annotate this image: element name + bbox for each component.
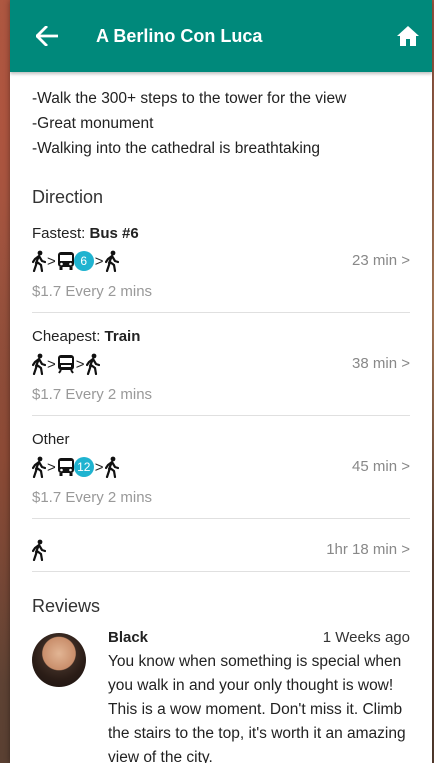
route-time: 45 min > <box>352 458 410 475</box>
route-number-badge: 12 <box>73 457 94 477</box>
home-button[interactable] <box>394 22 422 50</box>
route-time: 38 min > <box>352 355 410 372</box>
route-number-badge: 6 <box>73 251 94 271</box>
route-time: 23 min > <box>352 252 410 269</box>
route-label: Cheapest: Train <box>32 328 141 345</box>
bus-icon <box>57 252 74 270</box>
highlights: -Walk the 300+ steps to the tower for th… <box>32 72 410 161</box>
walk-icon <box>32 353 46 375</box>
review-header: Black 1 Weeks ago <box>108 629 410 646</box>
direction-title: Direction <box>32 187 104 207</box>
review-item: Black 1 Weeks ago You know when somethin… <box>32 629 410 763</box>
highlight-item: -Great monument <box>32 115 154 132</box>
reviewer-name: Black <box>108 629 149 646</box>
highlight-item: -Walk the 300+ steps to the tower for th… <box>32 90 347 107</box>
route-price: $1.7 Every 2 mins <box>32 386 153 403</box>
walk-icon <box>85 353 100 375</box>
page-title: A Berlino Con Luca <box>96 25 263 46</box>
route-fastest[interactable]: Fastest: Bus #6 > 6 > 23 min > $1.7 Ever… <box>32 218 410 313</box>
review-date: 1 Weeks ago <box>322 629 410 646</box>
walk-icon <box>32 456 46 478</box>
route-price: $1.7 Every 2 mins <box>32 489 153 506</box>
walk-icon <box>32 539 46 561</box>
home-icon <box>397 26 419 46</box>
walk-icon <box>32 250 46 272</box>
route-label: Fastest: Bus #6 <box>32 225 139 242</box>
phone-screen: A Berlino Con Luca -Walk the 300+ steps … <box>10 0 432 763</box>
review-body: Black 1 Weeks ago You know when somethin… <box>108 629 410 763</box>
walk-icon <box>104 250 119 272</box>
arrow-back-icon <box>36 26 58 46</box>
content: -Walk the 300+ steps to the tower for th… <box>10 72 432 763</box>
route-time: 1hr 18 min > <box>326 541 410 558</box>
highlight-item: -Walking into the cathedral is breathtak… <box>32 140 321 157</box>
route-label: Other <box>32 431 70 448</box>
route-cheapest[interactable]: Cheapest: Train > > 38 min > $1.7 Every … <box>32 313 410 416</box>
route-price: $1.7 Every 2 mins <box>32 283 153 300</box>
review-text: You know when something is special when … <box>108 653 406 763</box>
back-button[interactable] <box>22 0 72 72</box>
route-walk[interactable]: 1hr 18 min > <box>32 525 410 572</box>
route-other[interactable]: Other > 12 > 45 min > $1.7 Every 2 mins <box>32 416 410 519</box>
app-bar: A Berlino Con Luca <box>10 0 432 72</box>
walk-icon <box>104 456 119 478</box>
train-icon <box>57 355 74 374</box>
avatar <box>32 633 86 687</box>
bus-icon <box>57 458 74 476</box>
reviews-title: Reviews <box>32 596 101 616</box>
